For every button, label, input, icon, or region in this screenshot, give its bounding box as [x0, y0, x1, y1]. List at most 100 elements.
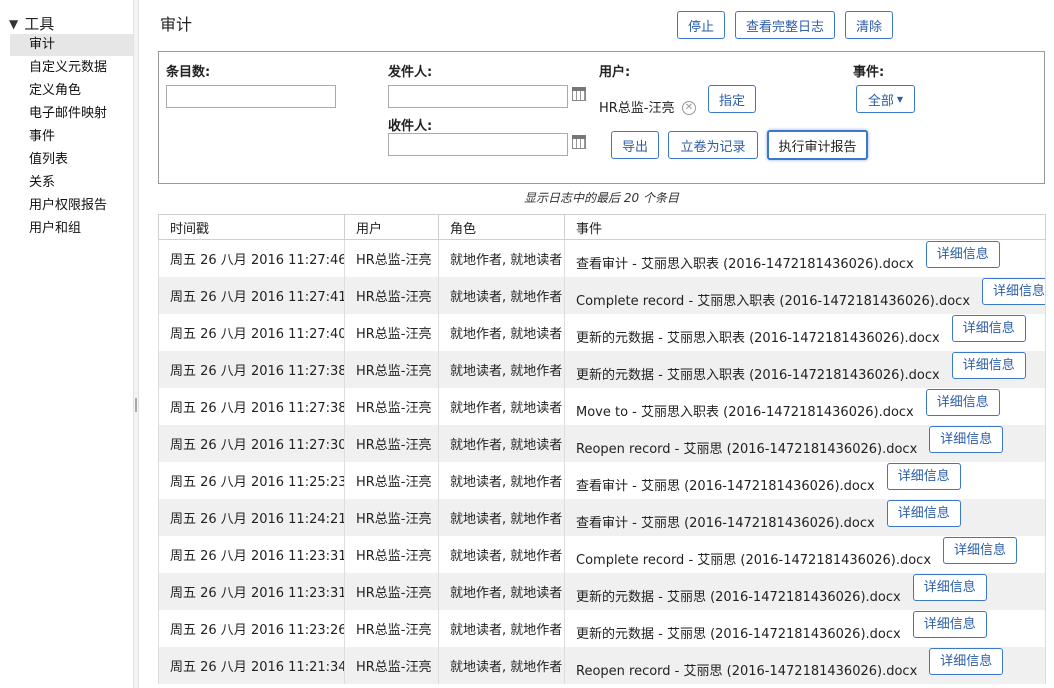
- calendar-icon[interactable]: [572, 87, 586, 101]
- column-header-role[interactable]: 角色: [438, 214, 565, 240]
- details-button[interactable]: 详细信息: [951, 351, 1026, 379]
- calendar-icon[interactable]: [572, 135, 586, 149]
- details-button[interactable]: 详细信息: [943, 536, 1018, 564]
- cell-timestamp: 周五 26 八月 2016 11:23:26: [158, 609, 345, 647]
- event-text: 更新的元数据 - 艾丽思入职表 (2016-1472181436026).doc…: [576, 367, 940, 383]
- cell-role: 就地读者, 就地作者: [438, 535, 565, 573]
- cell-event: 更新的元数据 - 艾丽思 (2016-1472181436026).docx 详细…: [564, 609, 1046, 647]
- sidebar-item-relationships[interactable]: 关系: [10, 172, 133, 194]
- table-row: 周五 26 八月 2016 11:24:21 HR总监-汪亮 就地读者, 就地作者查…: [158, 498, 1046, 536]
- audit-tool-window: ▼ 工具 审计 自定义元数据 定义角色 电子邮件映射 事件 值列表 关系 用户权…: [0, 0, 1054, 688]
- recipient-date-input[interactable]: [388, 133, 568, 156]
- cell-event: Complete record - 艾丽思入职表 (2016-147218143…: [564, 276, 1046, 314]
- cell-timestamp: 周五 26 八月 2016 11:23:31: [158, 535, 345, 573]
- cell-user: HR总监-汪亮: [344, 609, 439, 647]
- sidebar-item-custom-metadata[interactable]: 自定义元数据: [10, 57, 133, 79]
- cell-role: 就地读者, 就地作者: [438, 350, 565, 388]
- cell-event: Reopen record - 艾丽思 (2016-1472181436026)…: [564, 424, 1046, 462]
- event-filter-dropdown[interactable]: 全部 ▼: [856, 85, 915, 113]
- cell-timestamp: 周五 26 八月 2016 11:27:41: [158, 276, 345, 314]
- cell-user: HR总监-汪亮: [344, 461, 439, 499]
- cell-user: HR总监-汪亮: [344, 313, 439, 351]
- cell-role: 就地读者, 就地作者: [438, 461, 565, 499]
- cell-role: 就地读者, 就地作者: [438, 498, 565, 536]
- cell-timestamp: 周五 26 八月 2016 11:25:23: [158, 461, 345, 499]
- event-label: 事件:: [853, 65, 885, 80]
- entry-count-input[interactable]: [166, 85, 336, 108]
- stop-button[interactable]: 停止: [677, 11, 725, 39]
- log-entries-caption: 显示日志中的最后 20 个条目: [524, 191, 679, 205]
- event-text: Complete record - 艾丽思入职表 (2016-147218143…: [576, 293, 971, 309]
- sidebar-item-audit[interactable]: 审计: [10, 34, 133, 56]
- table-row: 周五 26 八月 2016 11:27:40 HR总监-汪亮 就地作者, 就地读者更…: [158, 313, 1046, 351]
- sender-date-input[interactable]: [388, 85, 568, 108]
- details-button[interactable]: 详细信息: [912, 573, 987, 601]
- cell-user: HR总监-汪亮: [344, 572, 439, 610]
- sidebar-item-users-groups[interactable]: 用户和组: [10, 218, 133, 240]
- event-text: 查看审计 - 艾丽思 (2016-1472181436026).docx: [576, 478, 875, 494]
- table-row: 周五 26 八月 2016 11:23:26 HR总监-汪亮 就地读者, 就地作者更…: [158, 609, 1046, 647]
- table-row: 周五 26 八月 2016 11:25:23 HR总监-汪亮 就地读者, 就地作者查…: [158, 461, 1046, 499]
- column-header-event[interactable]: 事件: [564, 214, 1046, 240]
- cell-timestamp: 周五 26 八月 2016 11:21:34: [158, 646, 345, 684]
- event-text: 更新的元数据 - 艾丽思入职表 (2016-1472181436026).doc…: [576, 330, 940, 346]
- event-text: 查看审计 - 艾丽思 (2016-1472181436026).docx: [576, 515, 875, 531]
- cell-event: 更新的元数据 - 艾丽思入职表 (2016-1472181436026).doc…: [564, 313, 1046, 351]
- column-header-timestamp[interactable]: 时间戳: [158, 214, 345, 240]
- details-button[interactable]: 详细信息: [982, 277, 1045, 305]
- column-header-user[interactable]: 用户: [344, 214, 439, 240]
- cell-role: 就地作者, 就地读者: [438, 424, 565, 462]
- details-button[interactable]: 详细信息: [925, 240, 1000, 268]
- cell-timestamp: 周五 26 八月 2016 11:27:40: [158, 313, 345, 351]
- audit-log-table: 时间戳 用户 角色 事件 周五 26 八月 2016 11:27:46 HR总监-…: [158, 214, 1046, 684]
- event-text: 更新的元数据 - 艾丽思 (2016-1472181436026).docx: [576, 626, 901, 642]
- cell-timestamp: 周五 26 八月 2016 11:27:38: [158, 350, 345, 388]
- cell-user: HR总监-汪亮: [344, 276, 439, 314]
- cell-event: 查看审计 - 艾丽思 (2016-1472181436026).docx 详细信息: [564, 461, 1046, 499]
- details-button[interactable]: 详细信息: [929, 425, 1004, 453]
- event-text: Complete record - 艾丽思 (2016-147218143602…: [576, 552, 932, 568]
- sidebar-item-user-permission-report[interactable]: 用户权限报告: [10, 195, 133, 217]
- view-full-log-button[interactable]: 查看完整日志: [735, 11, 835, 39]
- export-button[interactable]: 导出: [611, 131, 659, 159]
- tools-header-label: 工具: [24, 15, 55, 33]
- cell-event: 查看审计 - 艾丽思入职表 (2016-1472181436026).docx 详…: [564, 239, 1046, 277]
- collapse-triangle-icon[interactable]: ▼: [9, 17, 18, 31]
- panel-splitter[interactable]: [133, 0, 139, 688]
- cell-role: 就地作者, 就地读者: [438, 239, 565, 277]
- assign-user-button[interactable]: 指定: [708, 85, 756, 113]
- cell-event: 更新的元数据 - 艾丽思 (2016-1472181436026).docx 详细…: [564, 572, 1046, 610]
- table-row: 周五 26 八月 2016 11:23:31 HR总监-汪亮 就地作者, 就地读者更…: [158, 572, 1046, 610]
- details-button[interactable]: 详细信息: [912, 610, 987, 638]
- entry-count-label: 条目数:: [166, 65, 211, 80]
- audit-log-body: 周五 26 八月 2016 11:27:46 HR总监-汪亮 就地作者, 就地读者查…: [158, 239, 1046, 684]
- sidebar-item-value-lists[interactable]: 值列表: [10, 149, 133, 171]
- details-button[interactable]: 详细信息: [951, 314, 1026, 342]
- remove-user-icon[interactable]: ✕: [682, 101, 696, 115]
- cell-timestamp: 周五 26 八月 2016 11:24:21: [158, 498, 345, 536]
- details-button[interactable]: 详细信息: [886, 462, 961, 490]
- details-button[interactable]: 详细信息: [925, 388, 1000, 416]
- details-button[interactable]: 详细信息: [929, 647, 1004, 675]
- cell-user: HR总监-汪亮: [344, 498, 439, 536]
- cell-event: 更新的元数据 - 艾丽思入职表 (2016-1472181436026).doc…: [564, 350, 1046, 388]
- sidebar-item-define-roles[interactable]: 定义角色: [10, 80, 133, 102]
- clear-button[interactable]: 清除: [845, 11, 893, 39]
- cell-user: HR总监-汪亮: [344, 350, 439, 388]
- sidebar-item-events[interactable]: 事件: [10, 126, 133, 148]
- cell-role: 就地读者, 就地作者: [438, 609, 565, 647]
- splitter-grip-icon[interactable]: [135, 398, 137, 412]
- cell-event: Reopen record - 艾丽思 (2016-1472181436026)…: [564, 646, 1046, 684]
- cell-event: Complete record - 艾丽思 (2016-147218143602…: [564, 535, 1046, 573]
- recipient-label: 收件人:: [388, 119, 433, 134]
- tools-tree-header[interactable]: ▼ 工具: [9, 13, 54, 34]
- sidebar-item-email-mapping[interactable]: 电子邮件映射: [10, 103, 133, 125]
- run-audit-report-button[interactable]: 执行审计报告: [767, 130, 868, 160]
- table-row: 周五 26 八月 2016 11:23:31 HR总监-汪亮 就地读者, 就地作者 C…: [158, 535, 1046, 573]
- cell-timestamp: 周五 26 八月 2016 11:27:30: [158, 424, 345, 462]
- details-button[interactable]: 详细信息: [886, 499, 961, 527]
- declare-record-button[interactable]: 立卷为记录: [668, 131, 758, 159]
- event-text: Reopen record - 艾丽思 (2016-1472181436026)…: [576, 663, 918, 679]
- event-text: Reopen record - 艾丽思 (2016-1472181436026)…: [576, 441, 918, 457]
- cell-user: HR总监-汪亮: [344, 424, 439, 462]
